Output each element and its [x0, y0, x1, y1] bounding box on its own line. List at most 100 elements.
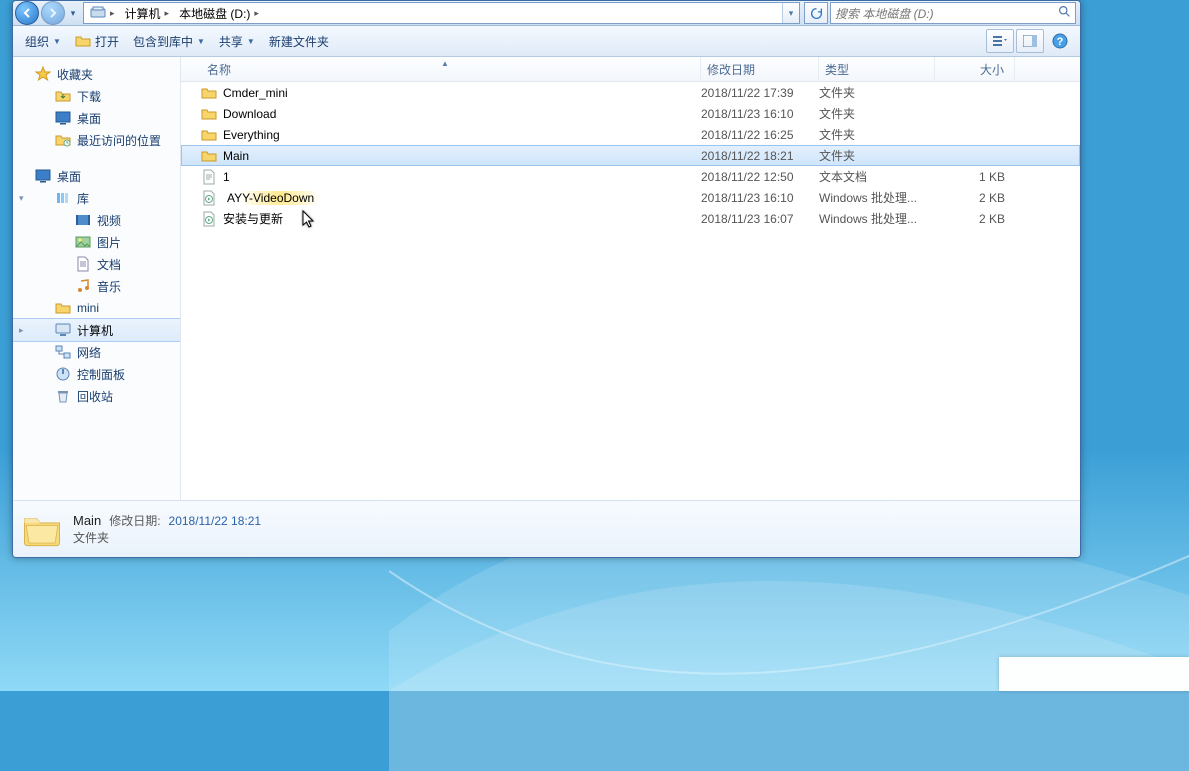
nav-videos[interactable]: 视频	[13, 209, 180, 231]
column-date[interactable]: 修改日期	[701, 57, 819, 81]
nav-desktop-fav[interactable]: 桌面	[13, 107, 180, 129]
file-date: 2018/11/22 18:21	[701, 149, 819, 163]
nav-recycle-bin[interactable]: 回收站	[13, 385, 180, 407]
expand-icon[interactable]: ▸	[19, 325, 24, 336]
file-row[interactable]: Main2018/11/22 18:21文件夹	[181, 145, 1080, 166]
nav-desktop[interactable]: 桌面	[13, 165, 180, 187]
folder-icon	[55, 300, 71, 316]
folder-download-icon	[55, 88, 71, 104]
details-date-label: 修改日期:	[109, 512, 160, 529]
nav-history-dropdown[interactable]: ▾	[67, 2, 79, 24]
nav-network[interactable]: 网络	[13, 341, 180, 363]
music-icon	[75, 278, 91, 294]
nav-music[interactable]: 音乐	[13, 275, 180, 297]
back-button[interactable]	[15, 1, 39, 25]
file-name: 安装与更新	[223, 210, 283, 227]
details-name: Main	[73, 513, 101, 528]
system-tray	[999, 657, 1189, 691]
nav-mini[interactable]: mini	[13, 297, 180, 319]
nav-computer[interactable]: ▸ 计算机	[13, 318, 180, 342]
toolbar: 组织▼ 打开 包含到库中▼ 共享▼ 新建文件夹 ?	[13, 26, 1080, 57]
file-row[interactable]: AYY-VideoDown 2018/11/23 16:10Windows 批处理…	[181, 187, 1080, 208]
file-name: Download	[223, 107, 276, 121]
desktop-icon	[55, 110, 71, 126]
search-input[interactable]: 搜索 本地磁盘 (D:)	[830, 2, 1076, 24]
file-row[interactable]: Cmder_mini 2018/11/22 17:39文件夹	[181, 82, 1080, 103]
network-icon	[55, 344, 71, 360]
addressbar-row: ▾ ▸ 计算机 ▸ 本地磁盘 (D:) ▸ ▾ 搜索 本地磁盘 (D:)	[13, 1, 1080, 26]
file-row[interactable]: Everything 2018/11/22 16:25文件夹	[181, 124, 1080, 145]
document-icon	[75, 256, 91, 272]
folder-icon	[21, 508, 63, 550]
nav-downloads[interactable]: 下载	[13, 85, 180, 107]
nav-control-panel[interactable]: 控制面板	[13, 363, 180, 385]
share-button[interactable]: 共享▼	[213, 31, 261, 52]
details-date: 2018/11/22 18:21	[169, 514, 262, 528]
file-row[interactable]: 安装与更新2018/11/23 16:07Windows 批处理...2 KB	[181, 208, 1080, 229]
navigation-pane: 收藏夹 下载 桌面 最近访问的位置 桌面	[13, 57, 181, 500]
star-icon	[35, 66, 51, 82]
address-segment-computer[interactable]: 计算机 ▸	[121, 4, 174, 22]
file-type: 文本文档	[819, 168, 935, 185]
file-name: Everything	[223, 128, 280, 142]
address-root-icon: ▸	[86, 4, 119, 22]
help-button[interactable]: ?	[1046, 29, 1074, 53]
file-size: 2 KB	[935, 212, 1015, 226]
file-name: 1	[223, 170, 230, 184]
library-icon	[55, 190, 71, 206]
explorer-window: ▾ ▸ 计算机 ▸ 本地磁盘 (D:) ▸ ▾ 搜索 本地磁盘 (D:)	[12, 0, 1081, 558]
column-name[interactable]: 名称	[201, 57, 701, 81]
nav-favorites[interactable]: 收藏夹	[13, 63, 180, 85]
nav-pictures[interactable]: 图片	[13, 231, 180, 253]
column-size[interactable]: 大小	[935, 57, 1015, 81]
organize-button[interactable]: 组织▼	[19, 31, 67, 52]
address-segment-label: 本地磁盘 (D:)	[179, 5, 250, 22]
include-in-library-button[interactable]: 包含到库中▼	[127, 31, 211, 52]
address-segment-drive[interactable]: 本地磁盘 (D:) ▸	[175, 4, 263, 22]
address-segment-label: 计算机	[125, 5, 161, 22]
nav-label: 收藏夹	[57, 66, 93, 83]
address-dropdown[interactable]: ▾	[782, 3, 799, 23]
file-date: 2018/11/23 16:10	[701, 107, 819, 121]
column-headers: ▲ 名称 修改日期 类型 大小	[181, 57, 1080, 82]
file-row[interactable]: 1 2018/11/22 12:50文本文档1 KB	[181, 166, 1080, 187]
nav-libraries[interactable]: ▾ 库	[13, 187, 180, 209]
open-button[interactable]: 打开	[69, 31, 125, 52]
column-type[interactable]: 类型	[819, 57, 935, 81]
file-row[interactable]: Download2018/11/23 16:10文件夹	[181, 103, 1080, 124]
control-panel-icon	[55, 366, 71, 382]
file-type: Windows 批处理...	[819, 189, 935, 206]
new-folder-button[interactable]: 新建文件夹	[263, 31, 335, 52]
open-folder-icon	[75, 33, 91, 49]
sort-indicator-icon: ▲	[441, 59, 449, 68]
file-size: 2 KB	[935, 191, 1015, 205]
file-name: Cmder_mini	[223, 86, 288, 100]
recycle-icon	[55, 388, 71, 404]
file-type: 文件夹	[819, 84, 935, 101]
file-date: 2018/11/22 16:25	[701, 128, 819, 142]
file-type: 文件夹	[819, 147, 935, 164]
file-size: 1 KB	[935, 170, 1015, 184]
recent-icon	[55, 132, 71, 148]
address-box[interactable]: ▸ 计算机 ▸ 本地磁盘 (D:) ▸ ▾	[83, 2, 800, 24]
details-type: 文件夹	[73, 529, 261, 546]
file-rows: Cmder_mini2018/11/22 17:39文件夹Download201…	[181, 82, 1080, 500]
preview-pane-button[interactable]	[1016, 29, 1044, 53]
forward-button[interactable]	[41, 1, 65, 25]
refresh-button[interactable]	[804, 2, 828, 24]
video-icon	[75, 212, 91, 228]
details-pane: Main 修改日期: 2018/11/22 18:21 文件夹	[13, 500, 1080, 557]
desktop-icon	[35, 168, 51, 184]
svg-text:?: ?	[1057, 36, 1064, 48]
nav-desktop-group: 桌面 ▾ 库 视频 图片 文档	[13, 165, 180, 407]
collapse-icon[interactable]: ▾	[19, 193, 24, 204]
file-date: 2018/11/22 17:39	[701, 86, 819, 100]
nav-recent[interactable]: 最近访问的位置	[13, 129, 180, 151]
file-type: 文件夹	[819, 126, 935, 143]
file-name: AYY-VideoDown	[223, 191, 318, 205]
nav-documents[interactable]: 文档	[13, 253, 180, 275]
search-icon	[1058, 5, 1071, 21]
file-date: 2018/11/23 16:10	[701, 191, 819, 205]
file-date: 2018/11/22 12:50	[701, 170, 819, 184]
view-options-button[interactable]	[986, 29, 1014, 53]
